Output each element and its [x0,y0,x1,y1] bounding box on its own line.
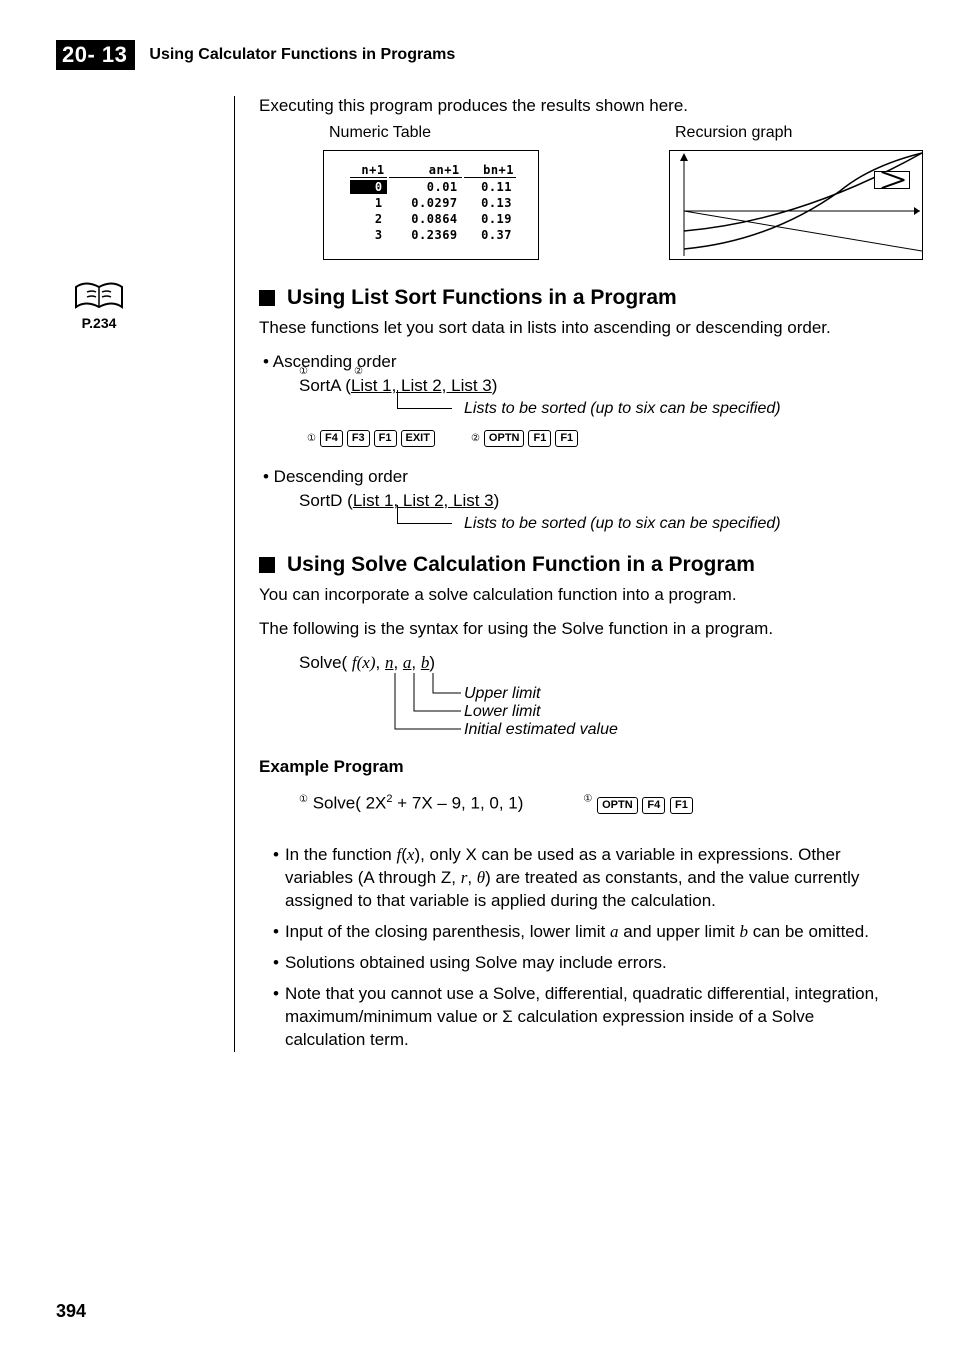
intro-text: Executing this program produces the resu… [259,96,898,116]
table-header: an+1 [389,163,462,178]
table-cell: 0.2369 [389,228,462,242]
sortd-syntax: SortD (List 1, List 2, List 3) [299,491,898,511]
list-sort-intro: These functions let you sort data in lis… [259,318,898,338]
calc-key: OPTN [484,430,525,447]
table-cell: 0.37 [464,228,516,242]
table-cell: 0.19 [464,212,516,226]
sort-list-args: List 1, List 2, List 3 [353,491,494,510]
heading-text: Using List Sort Functions in a Program [287,286,677,310]
section-title: Using Calculator Functions in Programs [149,46,455,64]
section-number-chip: 20- 13 [56,40,135,70]
content-column: Executing this program produces the resu… [234,96,898,1052]
table-cell: 0 [350,180,387,194]
table-cell: 2 [350,212,387,226]
example-key-sequence: ① OPTN F4 F1 [583,793,692,814]
table-header: n+1 [350,163,387,178]
calc-key: F4 [320,430,343,447]
calc-key: F1 [670,797,693,814]
heading-list-sort: Using List Sort Functions in a Program [259,286,898,310]
numeric-data-table: n+1 an+1 bn+1 0 0.01 0.11 1 0.0297 0.13 [348,161,518,244]
solve-intro-1: You can incorporate a solve calculation … [259,585,898,605]
circled-two-icon: ② [354,366,363,377]
sorta-syntax: ① ② SortA (List 1, List 2, List 3) [299,376,898,396]
notes-list: •In the function f(x), only X can be use… [259,844,898,1052]
table-cell: 0.0864 [389,212,462,226]
note-text: Note that you cannot use a Solve, differ… [285,983,898,1052]
sort-a-keyword: SortA ( [299,376,351,395]
calc-key: F3 [347,430,370,447]
note-item: •Solutions obtained using Solve may incl… [263,952,898,975]
calculator-graph-screen [669,150,923,260]
annotation-text: Lists to be sorted (up to six can be spe… [464,515,781,532]
table-cell: 3 [350,228,387,242]
calc-key: F1 [555,430,578,447]
solve-syntax-block: Solve( f(x), n, a, b) Upper limit Lower … [299,653,898,673]
table-header: bn+1 [464,163,516,178]
example-program-heading: Example Program [259,757,898,777]
circled-one-icon: ① [299,794,308,805]
calc-key: EXIT [401,430,435,447]
calc-key: F1 [374,430,397,447]
solve-arg-rest: , n, a, b) [376,653,436,672]
sort-d-keyword: SortD ( [299,491,353,510]
page-header: 20- 13 Using Calculator Functions in Pro… [56,40,898,70]
calc-key: OPTN [597,797,638,814]
black-square-icon [259,290,275,306]
crossref-sidebar: P.234 [74,279,124,331]
lower-limit-label: Lower limit [464,703,540,721]
sort-annotation: Lists to be sorted (up to six can be spe… [414,396,898,418]
note-item: •In the function f(x), only X can be use… [263,844,898,913]
graph-plot-icon [670,151,924,261]
numeric-table-label: Numeric Table [329,124,539,142]
close-paren: ) [492,376,498,395]
descending-bullet: • Descending order [263,467,898,487]
open-book-icon [74,279,124,313]
table-cell: 0.13 [464,196,516,210]
heading-text: Using Solve Calculation Function in a Pr… [287,553,755,577]
calculator-numeric-screen: n+1 an+1 bn+1 0 0.01 0.11 1 0.0297 0.13 [323,150,539,260]
table-cell: 0.01 [389,180,462,194]
calc-key: F1 [528,430,551,447]
example-code: ① Solve( 2X2 + 7X – 9, 1, 0, 1) [299,793,523,814]
solve-arg-fx: f(x) [352,653,376,672]
page-number: 394 [56,1301,86,1322]
note-item: •Input of the closing parenthesis, lower… [263,921,898,944]
black-square-icon [259,557,275,573]
sort-list-args: List 1, List 2, List 3 [351,376,492,395]
page-reference: P.234 [74,315,124,331]
table-cell: 1 [350,196,387,210]
note-item: •Note that you cannot use a Solve, diffe… [263,983,898,1052]
calc-key: F4 [642,797,665,814]
recursion-graph-figure: Recursion graph [669,124,923,260]
circled-one-icon: ① [307,433,316,444]
sort-annotation: Lists to be sorted (up to six can be spe… [414,511,898,533]
circled-two-icon: ② [471,433,480,444]
upper-limit-label: Upper limit [464,685,540,703]
close-paren: ) [494,491,500,510]
example-row: ① Solve( 2X2 + 7X – 9, 1, 0, 1) ① OPTN F… [299,793,898,814]
table-cell: 0.0297 [389,196,462,210]
circled-one-icon: ① [583,793,592,804]
recursion-graph-label: Recursion graph [675,124,923,142]
note-text: Solutions obtained using Solve may inclu… [285,952,667,975]
table-cell: 0.11 [464,180,516,194]
numeric-table-figure: Numeric Table n+1 an+1 bn+1 0 0.01 0.11 … [323,124,539,260]
figures-row: Numeric Table n+1 an+1 bn+1 0 0.01 0.11 … [323,124,898,260]
solve-intro-2: The following is the syntax for using th… [259,619,898,639]
circled-one-icon: ① [299,366,308,377]
initial-value-label: Initial estimated value [464,721,618,739]
heading-solve: Using Solve Calculation Function in a Pr… [259,553,898,577]
annotation-text: Lists to be sorted (up to six can be spe… [464,400,781,417]
graph-legend-marker-icon [874,171,910,189]
sort-a-key-sequence: ① F4 F3 F1 EXIT ② OPTN F1 F1 [307,430,898,447]
solve-keyword: Solve( [299,653,352,672]
